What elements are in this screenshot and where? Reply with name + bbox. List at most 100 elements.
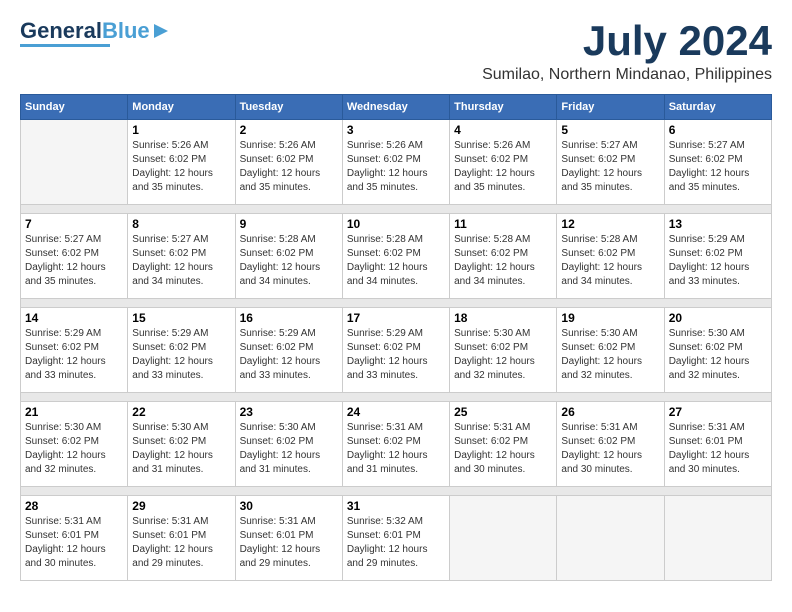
day-info: Sunrise: 5:29 AM Sunset: 6:02 PM Dayligh…	[132, 327, 230, 383]
day-info: Sunrise: 5:31 AM Sunset: 6:02 PM Dayligh…	[561, 421, 659, 477]
calendar-day-cell: 29 Sunrise: 5:31 AM Sunset: 6:01 PM Dayli…	[128, 496, 235, 581]
week-separator	[21, 487, 772, 496]
day-info: Sunrise: 5:26 AM Sunset: 6:02 PM Dayligh…	[240, 139, 338, 195]
day-info: Sunrise: 5:31 AM Sunset: 6:01 PM Dayligh…	[240, 515, 338, 571]
logo-arrow-icon	[152, 22, 170, 40]
calendar-day-cell: 6 Sunrise: 5:27 AM Sunset: 6:02 PM Daylig…	[664, 120, 771, 205]
calendar-day-cell	[450, 496, 557, 581]
calendar-day-cell: 21Sunrise: 5:30 AM Sunset: 6:02 PM Dayli…	[21, 402, 128, 487]
day-number: 2	[240, 123, 338, 137]
day-info: Sunrise: 5:31 AM Sunset: 6:01 PM Dayligh…	[132, 515, 230, 571]
calendar-day-cell: 16Sunrise: 5:29 AM Sunset: 6:02 PM Dayli…	[235, 308, 342, 393]
day-number: 25	[454, 405, 552, 419]
day-info: Sunrise: 5:29 AM Sunset: 6:02 PM Dayligh…	[25, 327, 123, 383]
day-info: Sunrise: 5:26 AM Sunset: 6:02 PM Dayligh…	[347, 139, 445, 195]
day-info: Sunrise: 5:31 AM Sunset: 6:01 PM Dayligh…	[669, 421, 767, 477]
day-info: Sunrise: 5:32 AM Sunset: 6:01 PM Dayligh…	[347, 515, 445, 571]
day-number: 29	[132, 499, 230, 513]
day-number: 5	[561, 123, 659, 137]
calendar-day-cell	[664, 496, 771, 581]
day-number: 16	[240, 311, 338, 325]
calendar-day-cell: 28 Sunrise: 5:31 AM Sunset: 6:01 PM Dayli…	[21, 496, 128, 581]
week-separator	[21, 393, 772, 402]
day-info: Sunrise: 5:29 AM Sunset: 6:02 PM Dayligh…	[347, 327, 445, 383]
week-separator	[21, 205, 772, 214]
calendar-day-cell: 9 Sunrise: 5:28 AM Sunset: 6:02 PM Daylig…	[235, 214, 342, 299]
day-info: Sunrise: 5:31 AM Sunset: 6:01 PM Dayligh…	[25, 515, 123, 571]
calendar-day-cell: 4 Sunrise: 5:26 AM Sunset: 6:02 PM Daylig…	[450, 120, 557, 205]
calendar-day-header: Monday	[128, 95, 235, 120]
day-number: 8	[132, 217, 230, 231]
calendar-day-cell: 5Sunrise: 5:27 AM Sunset: 6:02 PM Daylig…	[557, 120, 664, 205]
calendar-day-cell: 18 Sunrise: 5:30 AM Sunset: 6:02 PM Dayli…	[450, 308, 557, 393]
calendar-day-cell: 1 Sunrise: 5:26 AM Sunset: 6:02 PM Daylig…	[128, 120, 235, 205]
calendar-day-header: Tuesday	[235, 95, 342, 120]
day-number: 1	[132, 123, 230, 137]
day-number: 26	[561, 405, 659, 419]
calendar-week-row: 21Sunrise: 5:30 AM Sunset: 6:02 PM Dayli…	[21, 402, 772, 487]
day-info: Sunrise: 5:28 AM Sunset: 6:02 PM Dayligh…	[240, 233, 338, 289]
logo: GeneralBlue	[20, 20, 170, 47]
day-number: 31	[347, 499, 445, 513]
calendar-day-header: Friday	[557, 95, 664, 120]
day-number: 11	[454, 217, 552, 231]
day-info: Sunrise: 5:30 AM Sunset: 6:02 PM Dayligh…	[561, 327, 659, 383]
day-info: Sunrise: 5:27 AM Sunset: 6:02 PM Dayligh…	[669, 139, 767, 195]
calendar-day-cell: 2 Sunrise: 5:26 AM Sunset: 6:02 PM Daylig…	[235, 120, 342, 205]
day-number: 4	[454, 123, 552, 137]
day-number: 15	[132, 311, 230, 325]
calendar-day-cell: 14Sunrise: 5:29 AM Sunset: 6:02 PM Dayli…	[21, 308, 128, 393]
calendar-day-cell: 31 Sunrise: 5:32 AM Sunset: 6:01 PM Dayli…	[342, 496, 449, 581]
calendar-day-cell: 26 Sunrise: 5:31 AM Sunset: 6:02 PM Dayli…	[557, 402, 664, 487]
day-info: Sunrise: 5:28 AM Sunset: 6:02 PM Dayligh…	[561, 233, 659, 289]
calendar-day-cell	[557, 496, 664, 581]
calendar-day-header: Sunday	[21, 95, 128, 120]
logo-underline	[20, 44, 110, 47]
day-info: Sunrise: 5:30 AM Sunset: 6:02 PM Dayligh…	[25, 421, 123, 477]
day-number: 19	[561, 311, 659, 325]
day-number: 24	[347, 405, 445, 419]
calendar-day-cell: 8 Sunrise: 5:27 AM Sunset: 6:02 PM Daylig…	[128, 214, 235, 299]
month-year-title: July 2024	[482, 20, 772, 62]
day-number: 3	[347, 123, 445, 137]
calendar-day-cell	[21, 120, 128, 205]
calendar-header-row: SundayMondayTuesdayWednesdayThursdayFrid…	[21, 95, 772, 120]
day-info: Sunrise: 5:29 AM Sunset: 6:02 PM Dayligh…	[669, 233, 767, 289]
calendar-day-cell: 30Sunrise: 5:31 AM Sunset: 6:01 PM Dayli…	[235, 496, 342, 581]
day-number: 20	[669, 311, 767, 325]
day-number: 6	[669, 123, 767, 137]
week-separator	[21, 299, 772, 308]
day-info: Sunrise: 5:28 AM Sunset: 6:02 PM Dayligh…	[347, 233, 445, 289]
day-number: 22	[132, 405, 230, 419]
day-info: Sunrise: 5:27 AM Sunset: 6:02 PM Dayligh…	[132, 233, 230, 289]
title-section: July 2024 Sumilao, Northern Mindanao, Ph…	[482, 20, 772, 84]
day-number: 10	[347, 217, 445, 231]
calendar-day-cell: 25 Sunrise: 5:31 AM Sunset: 6:02 PM Dayli…	[450, 402, 557, 487]
calendar-day-header: Thursday	[450, 95, 557, 120]
calendar-day-cell: 11Sunrise: 5:28 AM Sunset: 6:02 PM Dayli…	[450, 214, 557, 299]
calendar-week-row: 14Sunrise: 5:29 AM Sunset: 6:02 PM Dayli…	[21, 308, 772, 393]
calendar-day-cell: 27 Sunrise: 5:31 AM Sunset: 6:01 PM Dayli…	[664, 402, 771, 487]
day-info: Sunrise: 5:30 AM Sunset: 6:02 PM Dayligh…	[240, 421, 338, 477]
calendar-day-cell: 22Sunrise: 5:30 AM Sunset: 6:02 PM Dayli…	[128, 402, 235, 487]
logo-text: GeneralBlue	[20, 20, 150, 42]
page-header: GeneralBlue July 2024 Sumilao, Northern …	[20, 20, 772, 84]
day-info: Sunrise: 5:31 AM Sunset: 6:02 PM Dayligh…	[454, 421, 552, 477]
day-number: 28	[25, 499, 123, 513]
day-info: Sunrise: 5:26 AM Sunset: 6:02 PM Dayligh…	[132, 139, 230, 195]
calendar-day-header: Wednesday	[342, 95, 449, 120]
calendar-day-header: Saturday	[664, 95, 771, 120]
day-number: 23	[240, 405, 338, 419]
calendar-day-cell: 12Sunrise: 5:28 AM Sunset: 6:02 PM Dayli…	[557, 214, 664, 299]
calendar-day-cell: 24Sunrise: 5:31 AM Sunset: 6:02 PM Dayli…	[342, 402, 449, 487]
calendar-day-cell: 3 Sunrise: 5:26 AM Sunset: 6:02 PM Daylig…	[342, 120, 449, 205]
day-number: 13	[669, 217, 767, 231]
day-number: 18	[454, 311, 552, 325]
calendar-day-cell: 10 Sunrise: 5:28 AM Sunset: 6:02 PM Dayli…	[342, 214, 449, 299]
day-info: Sunrise: 5:30 AM Sunset: 6:02 PM Dayligh…	[454, 327, 552, 383]
day-number: 27	[669, 405, 767, 419]
day-number: 9	[240, 217, 338, 231]
calendar-table: SundayMondayTuesdayWednesdayThursdayFrid…	[20, 94, 772, 581]
calendar-day-cell: 13 Sunrise: 5:29 AM Sunset: 6:02 PM Dayli…	[664, 214, 771, 299]
day-info: Sunrise: 5:26 AM Sunset: 6:02 PM Dayligh…	[454, 139, 552, 195]
